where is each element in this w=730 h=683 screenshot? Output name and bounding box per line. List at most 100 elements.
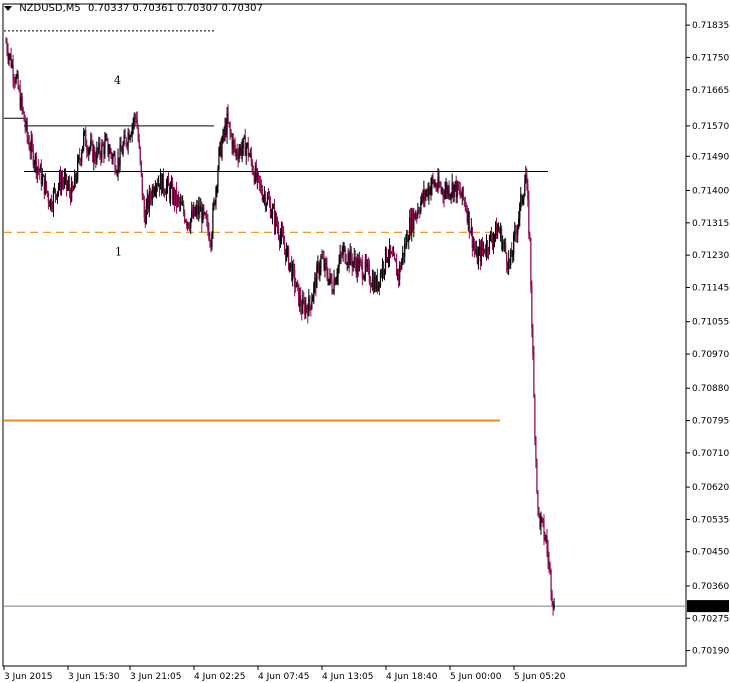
candle-body <box>114 155 116 171</box>
candle-body <box>215 188 217 205</box>
candle-body <box>316 265 318 288</box>
candle-body <box>145 206 147 224</box>
candle-body <box>435 184 437 189</box>
candle-body <box>63 177 66 184</box>
candle-body <box>83 132 85 147</box>
candle-body <box>90 141 92 148</box>
candle-body <box>252 171 254 175</box>
candle-body <box>205 212 207 218</box>
candle-body <box>321 256 323 259</box>
candle-body <box>524 183 526 196</box>
candle-body <box>450 193 452 196</box>
candle-body <box>453 184 455 197</box>
candle-body <box>31 139 33 147</box>
annotation-label: 4 <box>114 74 121 87</box>
candle-body <box>218 148 220 170</box>
candle-body <box>313 284 315 297</box>
candle-body <box>418 209 420 212</box>
y-tick-label: 0.71570 <box>692 122 729 132</box>
candle-body <box>26 121 28 136</box>
candle-body <box>138 140 140 148</box>
candle-body <box>131 125 133 135</box>
x-tick-label: 5 Jun 00:00 <box>450 672 502 682</box>
candle-body <box>532 328 534 354</box>
candle-body <box>342 247 344 256</box>
candle-body <box>401 260 403 270</box>
candle-body <box>540 517 542 528</box>
candle-body <box>368 265 370 283</box>
candle-body <box>281 229 284 236</box>
candle-body <box>553 604 555 609</box>
candle-body <box>132 122 134 126</box>
candle-body <box>77 159 79 180</box>
candle-body <box>548 560 550 564</box>
candle-body <box>345 262 347 264</box>
y-tick-label: 0.71315 <box>692 219 729 229</box>
candle-body <box>538 507 540 514</box>
candle-body <box>260 184 262 193</box>
candle-body <box>122 144 124 155</box>
candle-body <box>311 301 313 309</box>
candle-body <box>188 222 190 228</box>
y-tick-label: 0.70880 <box>692 384 729 394</box>
candle-body <box>56 191 59 199</box>
candle-body <box>360 260 362 263</box>
candle-body <box>312 296 314 302</box>
y-tick-label: 0.71400 <box>692 187 729 197</box>
candle-body <box>228 122 230 125</box>
candle-body <box>23 111 25 122</box>
candle-body <box>549 563 551 571</box>
candle-body <box>229 124 231 132</box>
candle-body <box>236 150 238 156</box>
x-tick-label: 4 Jun 07:45 <box>258 672 309 682</box>
candle-body <box>247 142 249 157</box>
candle-body <box>468 211 470 232</box>
candle-body <box>300 295 302 308</box>
y-tick-label: 0.70450 <box>692 548 729 558</box>
candle-body <box>227 113 229 123</box>
candle-body <box>389 245 392 254</box>
candle-body <box>116 172 118 174</box>
current-price-label: 0.70307 <box>690 602 727 612</box>
candle-body <box>76 179 78 182</box>
candle-body <box>52 190 55 209</box>
level-lines <box>4 30 686 607</box>
candle-body <box>283 244 286 249</box>
x-tick-label: 5 Jun 05:20 <box>514 672 566 682</box>
candle-body <box>140 161 142 174</box>
candle-body <box>522 199 524 204</box>
candle-body <box>101 143 103 158</box>
price-chart[interactable]: 41 0.718350.717500.716650.715700.714900.… <box>0 0 730 683</box>
candle-body <box>68 183 71 192</box>
candle-body <box>110 149 112 155</box>
candle-body <box>45 181 47 191</box>
candle-body <box>120 145 122 152</box>
candle-body <box>143 199 145 218</box>
candle-body <box>65 174 68 188</box>
candle-body <box>47 193 49 203</box>
candle-body <box>216 186 218 189</box>
candle-body <box>259 182 261 185</box>
plot-border <box>2 3 687 667</box>
candle-body <box>493 234 496 239</box>
candle-body <box>465 206 467 212</box>
candle-body <box>130 134 132 137</box>
candle-body <box>106 137 108 139</box>
candle-body <box>154 189 156 192</box>
candle-body <box>82 146 84 153</box>
candle-body <box>459 189 461 196</box>
candle-body <box>488 235 491 252</box>
candle-body <box>350 249 352 261</box>
candle-body <box>79 156 81 160</box>
candle-body <box>257 172 259 176</box>
candle-body <box>492 238 495 245</box>
candle-body <box>361 262 363 279</box>
candle-body <box>32 146 34 165</box>
x-tick-label: 3 Jun 15:30 <box>68 672 120 682</box>
candle-body <box>336 276 338 280</box>
candle-body <box>88 149 90 155</box>
candle-body <box>195 210 197 216</box>
y-tick-label: 0.71145 <box>692 283 729 293</box>
candle-body <box>518 217 520 226</box>
candle-body <box>270 215 273 218</box>
